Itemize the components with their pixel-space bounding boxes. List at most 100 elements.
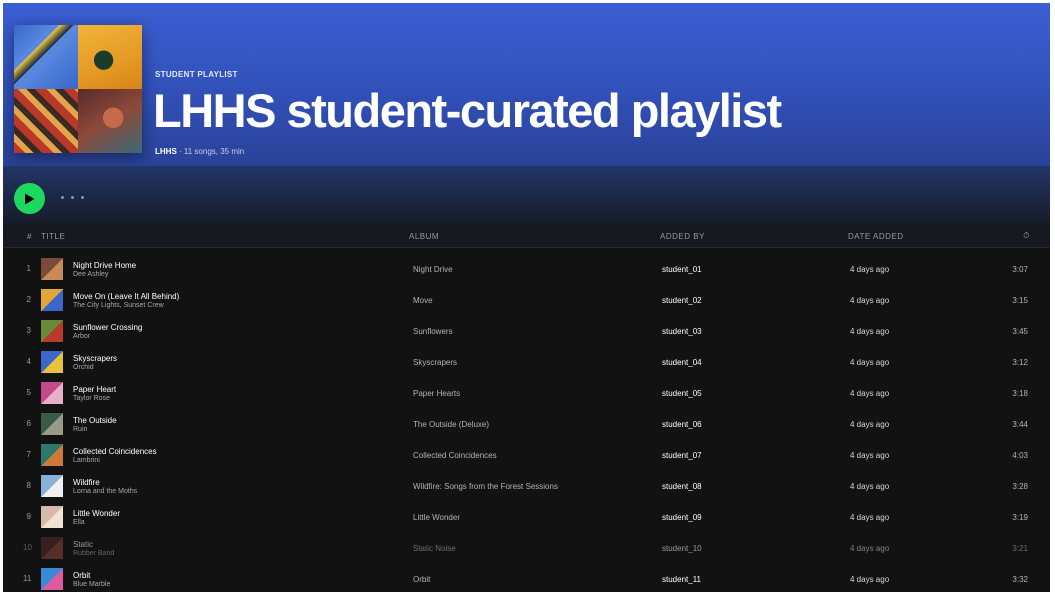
track-album-art[interactable] xyxy=(41,475,63,497)
track-row[interactable]: 8 Wildfire Lorna and the Moths Wildfire: So… xyxy=(3,470,1050,501)
track-artist[interactable]: Lambrini xyxy=(73,456,157,465)
more-options-icon xyxy=(61,195,64,199)
track-duration: 3:21 xyxy=(1012,544,1028,553)
track-album[interactable]: Night Drive xyxy=(413,265,453,274)
track-added-by[interactable]: student_03 xyxy=(662,327,702,336)
track-album[interactable]: Skyscrapers xyxy=(413,358,457,367)
playlist-window: STUDENT PLAYLIST LHHS student-curated pl… xyxy=(3,3,1050,592)
track-duration: 3:45 xyxy=(1012,327,1028,336)
track-title[interactable]: Little Wonder xyxy=(73,509,120,518)
track-artist[interactable]: Rubber Band xyxy=(73,549,114,558)
more-options-button[interactable] xyxy=(61,190,84,204)
track-title[interactable]: Skyscrapers xyxy=(73,354,117,363)
track-album-art[interactable] xyxy=(41,289,63,311)
track-added-by[interactable]: student_04 xyxy=(662,358,702,367)
track-row[interactable]: 7 Collected Coincidences Lambrini Collected… xyxy=(3,439,1050,470)
track-title[interactable]: The Outside xyxy=(73,416,117,425)
track-title[interactable]: Static xyxy=(73,540,114,549)
track-artist[interactable]: Blue Marble xyxy=(73,580,110,589)
track-date-added: 4 days ago xyxy=(850,575,890,584)
play-button[interactable] xyxy=(14,183,45,214)
playlist-owner-link[interactable]: LHHS xyxy=(155,147,177,156)
track-album-art[interactable] xyxy=(41,382,63,404)
header-album[interactable]: ALBUM xyxy=(409,225,439,247)
track-row[interactable]: 6 The Outside Ruin The Outside (Deluxe) stud… xyxy=(3,408,1050,439)
track-album[interactable]: Static Noise xyxy=(413,544,456,553)
track-album-art[interactable] xyxy=(41,537,63,559)
track-title[interactable]: Paper Heart xyxy=(73,385,116,394)
track-title[interactable]: Orbit xyxy=(73,571,110,580)
track-row[interactable]: 10 Static Rubber Band Static Noise student_1… xyxy=(3,532,1050,563)
track-date-added: 4 days ago xyxy=(850,482,890,491)
track-duration: 3:07 xyxy=(1012,265,1028,274)
track-album-art[interactable] xyxy=(41,506,63,528)
track-added-by[interactable]: student_02 xyxy=(662,296,702,305)
track-album[interactable]: Wildfire: Songs from the Forest Sessions xyxy=(413,482,558,491)
play-icon xyxy=(25,193,35,204)
track-title[interactable]: Sunflower Crossing xyxy=(73,323,142,332)
header-added-by[interactable]: ADDED BY xyxy=(660,225,705,247)
track-album-art[interactable] xyxy=(41,351,63,373)
track-row[interactable]: 5 Paper Heart Taylor Rose Paper Hearts stude… xyxy=(3,377,1050,408)
track-row[interactable]: 2 Move On (Leave It All Behind) The City L… xyxy=(3,284,1050,315)
track-album[interactable]: Orbit xyxy=(413,575,430,584)
track-title[interactable]: Move On (Leave It All Behind) xyxy=(73,292,179,301)
track-number: 8 xyxy=(26,481,31,490)
track-album-art[interactable] xyxy=(41,413,63,435)
playlist-cover[interactable] xyxy=(14,25,142,153)
track-added-by[interactable]: student_10 xyxy=(662,544,702,553)
header-title[interactable]: TITLE xyxy=(41,225,65,247)
track-row[interactable]: 11 Orbit Blue Marble Orbit student_11 4 days … xyxy=(3,563,1050,592)
track-title[interactable]: Night Drive Home xyxy=(73,261,136,270)
track-added-by[interactable]: student_05 xyxy=(662,389,702,398)
more-options-icon-dot xyxy=(71,195,74,199)
track-artist[interactable]: The City Lights, Sunset Crew xyxy=(73,301,179,310)
track-row[interactable]: 9 Little Wonder Ella Little Wonder student_0… xyxy=(3,501,1050,532)
track-album-art[interactable] xyxy=(41,444,63,466)
track-artist[interactable]: Dee Ashley xyxy=(73,270,136,279)
track-album[interactable]: The Outside (Deluxe) xyxy=(413,420,489,429)
track-added-by[interactable]: student_01 xyxy=(662,265,702,274)
track-added-by[interactable]: student_08 xyxy=(662,482,702,491)
track-row[interactable]: 4 Skyscrapers Orchid Skyscrapers student_04 4… xyxy=(3,346,1050,377)
track-artist[interactable]: Orchid xyxy=(73,363,117,372)
track-artist[interactable]: Arbor xyxy=(73,332,142,341)
track-row[interactable]: 3 Sunflower Crossing Arbor Sunflowers studen… xyxy=(3,315,1050,346)
track-album[interactable]: Paper Hearts xyxy=(413,389,460,398)
playlist-title[interactable]: LHHS student-curated playlist xyxy=(153,83,782,138)
track-number: 6 xyxy=(26,419,31,428)
track-album[interactable]: Sunflowers xyxy=(413,327,453,336)
tracklist: 1 Night Drive Home Dee Ashley Night Drive st… xyxy=(3,253,1050,592)
track-artist[interactable]: Taylor Rose xyxy=(73,394,116,403)
track-title-block: Orbit Blue Marble xyxy=(73,571,110,589)
track-row[interactable]: 1 Night Drive Home Dee Ashley Night Drive st… xyxy=(3,253,1050,284)
track-number: 2 xyxy=(26,295,31,304)
track-title-block: Wildfire Lorna and the Moths xyxy=(73,478,137,496)
track-title-block: Static Rubber Band xyxy=(73,540,114,558)
track-duration: 3:12 xyxy=(1012,358,1028,367)
track-number: 10 xyxy=(23,543,32,552)
track-artist[interactable]: Ruin xyxy=(73,425,117,434)
track-title-block: Paper Heart Taylor Rose xyxy=(73,385,116,403)
track-added-by[interactable]: student_11 xyxy=(662,575,701,584)
track-album-art[interactable] xyxy=(41,258,63,280)
track-album[interactable]: Little Wonder xyxy=(413,513,460,522)
track-date-added: 4 days ago xyxy=(850,451,890,460)
track-artist[interactable]: Ella xyxy=(73,518,120,527)
track-album-art[interactable] xyxy=(41,320,63,342)
track-added-by[interactable]: student_07 xyxy=(662,451,702,460)
track-title[interactable]: Collected Coincidences xyxy=(73,447,157,456)
track-added-by[interactable]: student_06 xyxy=(662,420,702,429)
track-album[interactable]: Collected Coincidences xyxy=(413,451,497,460)
track-album[interactable]: Move xyxy=(413,296,433,305)
track-number: 1 xyxy=(26,264,31,273)
track-number: 7 xyxy=(26,450,31,459)
track-added-by[interactable]: student_09 xyxy=(662,513,702,522)
track-duration: 3:19 xyxy=(1012,513,1028,522)
header-date-added[interactable]: DATE ADDED xyxy=(848,225,904,247)
track-title[interactable]: Wildfire xyxy=(73,478,137,487)
header-duration-clock-icon[interactable]: ⏱ xyxy=(1023,225,1030,247)
track-date-added: 4 days ago xyxy=(850,327,890,336)
track-album-art[interactable] xyxy=(41,568,63,590)
track-artist[interactable]: Lorna and the Moths xyxy=(73,487,137,496)
